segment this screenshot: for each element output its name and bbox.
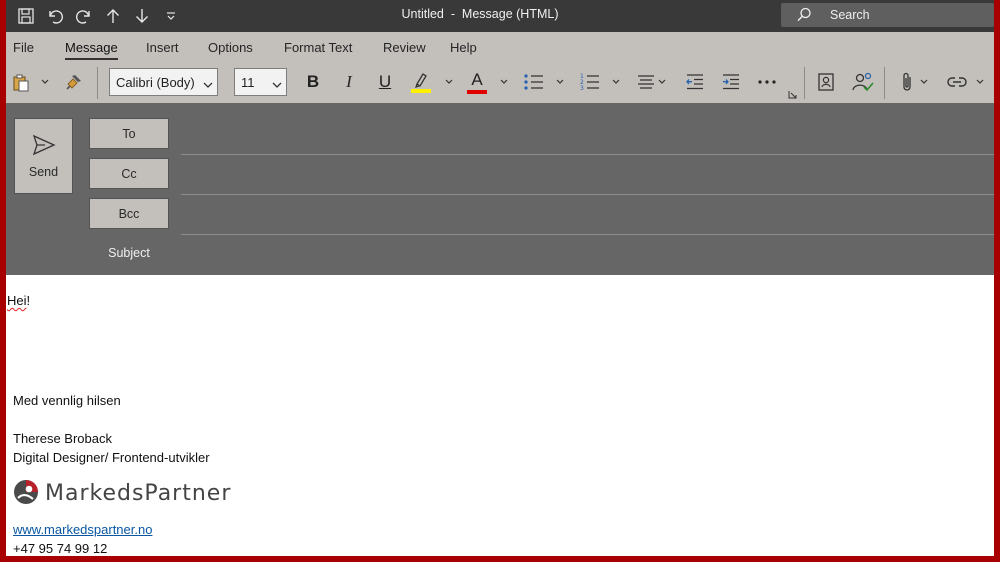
bullets-icon[interactable] [522, 70, 546, 94]
italic-button[interactable]: I [338, 70, 360, 94]
logo-mark-icon [13, 479, 39, 508]
font-size-value: 11 [241, 75, 255, 90]
link-chevron-icon[interactable] [974, 76, 986, 88]
greeting: Hei! [7, 293, 30, 308]
ribbon-toolbar: Calibri (Body) 11 B I U A 123 [6, 62, 994, 103]
align-icon[interactable] [634, 70, 658, 94]
decrease-indent-icon[interactable] [683, 70, 707, 94]
ribbon-separator [97, 67, 98, 99]
paste-icon[interactable] [9, 71, 33, 95]
message-body[interactable]: Hei! Med vennlig hilsen Therese Broback … [6, 275, 994, 556]
cc-button[interactable]: Cc [89, 158, 169, 189]
align-chevron-icon[interactable] [656, 76, 668, 88]
font-color-chevron-icon[interactable] [498, 76, 510, 88]
font-color-swatch [467, 89, 487, 94]
website-link-text[interactable]: www.markedspartner.no [13, 522, 152, 537]
underline-button[interactable]: U [374, 70, 396, 94]
format-painter-icon[interactable] [62, 70, 86, 94]
to-field[interactable] [181, 154, 994, 155]
tab-help[interactable]: Help [450, 40, 477, 55]
message-header: Send To Cc Bcc Subject [6, 103, 994, 275]
ribbon-separator [804, 67, 805, 99]
search-box[interactable]: Search [781, 3, 994, 27]
bullets-chevron-icon[interactable] [554, 76, 566, 88]
increase-indent-icon[interactable] [719, 70, 743, 94]
bcc-field[interactable] [181, 234, 994, 235]
svg-text:3: 3 [580, 85, 584, 92]
tab-format-text[interactable]: Format Text [284, 40, 352, 55]
more-icon[interactable] [755, 70, 779, 94]
highlight-icon[interactable] [409, 69, 433, 95]
ribbon-separator [884, 67, 885, 99]
tab-message[interactable]: Message [65, 40, 118, 60]
send-button[interactable]: Send [14, 118, 73, 194]
search-icon [795, 6, 813, 27]
dialog-launcher-icon[interactable] [787, 89, 797, 99]
check-names-icon[interactable] [850, 70, 876, 94]
signature-name: Therese Broback [13, 431, 112, 446]
send-label: Send [28, 164, 59, 179]
signature-role: Digital Designer/ Frontend-utvikler [13, 450, 210, 465]
signature-phone: +47 95 74 99 12 [13, 541, 108, 556]
cc-field[interactable] [181, 194, 994, 195]
menu-bar: File Message Insert Options Format Text … [6, 32, 994, 62]
font-color-letter: A [471, 69, 483, 89]
tab-options[interactable]: Options [208, 40, 253, 55]
font-family-value: Calibri (Body) [116, 75, 195, 90]
numbering-chevron-icon[interactable] [610, 76, 622, 88]
tab-file[interactable]: File [13, 40, 34, 55]
highlight-chevron-icon[interactable] [443, 76, 455, 88]
font-color-button[interactable]: A [465, 68, 489, 96]
chevron-down-icon [272, 77, 282, 92]
closing-text: Med vennlig hilsen [13, 393, 121, 408]
font-size-dropdown[interactable]: 11 [234, 68, 287, 96]
to-button[interactable]: To [89, 118, 169, 149]
link-icon[interactable] [945, 70, 969, 94]
attach-file-icon[interactable] [897, 70, 917, 94]
greeting-word: Hei [7, 293, 27, 308]
bcc-button[interactable]: Bcc [89, 198, 169, 229]
bold-button[interactable]: B [302, 70, 324, 94]
outlook-message-window: Untitled - Message (HTML) Search File Me… [6, 0, 994, 556]
chevron-down-icon [203, 77, 213, 92]
paste-options-chevron-icon[interactable] [39, 76, 51, 88]
numbering-icon[interactable]: 123 [578, 70, 602, 94]
greeting-punct: ! [26, 293, 31, 308]
address-book-icon[interactable] [814, 70, 838, 94]
website-link[interactable]: www.markedspartner.no [13, 522, 152, 537]
send-icon [32, 134, 56, 159]
tab-review[interactable]: Review [383, 40, 426, 55]
company-logo: MarkedsPartner [13, 478, 231, 508]
title-bar: Untitled - Message (HTML) Search [6, 0, 994, 32]
subject-label: Subject [108, 246, 150, 260]
search-placeholder: Search [830, 8, 870, 22]
font-family-dropdown[interactable]: Calibri (Body) [109, 68, 218, 96]
attach-chevron-icon[interactable] [918, 76, 930, 88]
tab-insert[interactable]: Insert [146, 40, 179, 55]
logo-text: MarkedsPartner [45, 480, 232, 506]
